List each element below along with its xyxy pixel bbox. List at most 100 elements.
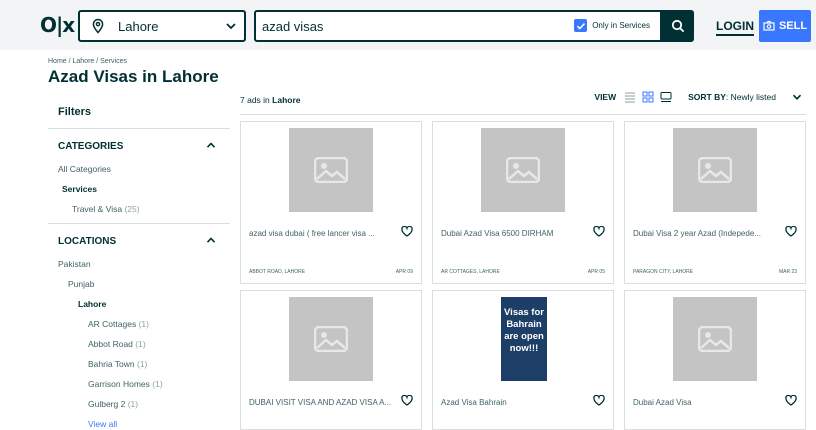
categories-title: CATEGORIES	[58, 141, 124, 152]
listing-image-placeholder	[289, 128, 373, 212]
sort-value: : Newly listed	[725, 92, 776, 102]
view-sort-toolbar: VIEW SORT BY: Newly listed	[594, 91, 802, 103]
listing-date: Apr 09	[395, 269, 413, 275]
listing-title[interactable]: azad visa dubai ( free lancer visa ...	[249, 229, 399, 238]
chevron-down-icon	[226, 23, 236, 30]
listing-location: Paragon City, Lahore	[633, 269, 694, 275]
search-button[interactable]	[662, 10, 694, 42]
area-label: Gulberg 2	[88, 399, 126, 409]
chevron-up-icon	[206, 237, 216, 243]
area-count: (1)	[135, 339, 146, 349]
only-in-services-toggle[interactable]: Only in Services	[574, 19, 650, 32]
sort-label: SORT BY	[688, 92, 726, 102]
heart-icon[interactable]	[785, 395, 797, 406]
location-area-item[interactable]: Abbot Road (1)	[58, 334, 230, 354]
view-label: VIEW	[594, 92, 617, 102]
category-travel-visa-label: Travel & Visa	[72, 204, 123, 214]
filters-sidebar: Filters CATEGORIES All Categories Servic…	[48, 96, 230, 430]
area-label: AR Cottages	[88, 319, 137, 329]
heart-icon[interactable]	[401, 395, 413, 406]
heart-icon[interactable]	[401, 226, 413, 237]
area-count: (1)	[137, 359, 148, 369]
chevron-up-icon	[206, 142, 216, 148]
listing-title[interactable]: Dubai Visa 2 year Azad (Indepede...	[633, 229, 783, 238]
categories-section-header[interactable]: CATEGORIES	[48, 129, 230, 159]
location-area-item[interactable]: Bahria Town (1)	[58, 354, 230, 374]
grid-view-icon[interactable]	[642, 91, 654, 103]
location-selector[interactable]: Lahore	[78, 10, 246, 42]
camera-icon	[763, 20, 775, 31]
listing-card[interactable]: Dubai Visa 2 year Azad (Indepede... Para…	[624, 121, 806, 284]
category-all[interactable]: All Categories	[58, 159, 230, 179]
listing-image-placeholder	[673, 297, 757, 381]
chevron-down-icon	[792, 94, 802, 100]
listing-card[interactable]: DUBAI VISIT VISA AND AZAD VISA A...	[240, 290, 422, 430]
location-value: Lahore	[118, 18, 159, 34]
sell-button[interactable]: SELL	[759, 10, 811, 42]
location-lahore[interactable]: Lahore	[58, 294, 230, 314]
sell-label: SELL	[778, 20, 808, 32]
breadcrumb[interactable]: Home / Lahore / Services	[48, 58, 127, 65]
login-link[interactable]: LOGIN	[716, 19, 754, 33]
location-pakistan[interactable]: Pakistan	[58, 254, 230, 274]
locations-title: LOCATIONS	[58, 236, 117, 247]
listing-title[interactable]: Azad Visa Bahrain	[441, 398, 591, 407]
listing-location: Abbot Road, Lahore	[249, 269, 306, 275]
heart-icon[interactable]	[593, 226, 605, 237]
listing-location: AR Cottages, Lahore	[441, 269, 500, 275]
listing-card[interactable]: azad visa dubai ( free lancer visa ... A…	[240, 121, 422, 284]
image-placeholder-icon	[698, 157, 732, 183]
checkbox-checked[interactable]	[574, 19, 588, 32]
listing-photo: Visas for Bahrain are open now!!!	[501, 297, 547, 381]
category-services[interactable]: Services	[58, 179, 230, 199]
location-area-item[interactable]: Garrison Homes (1)	[58, 374, 230, 394]
listing-image-placeholder	[289, 297, 373, 381]
category-travel-visa[interactable]: Travel & Visa (25)	[58, 199, 230, 219]
check-icon	[576, 22, 585, 30]
view-all-locations-link[interactable]: View all	[58, 414, 230, 430]
area-label: Garrison Homes	[88, 379, 150, 389]
results-count-text: 7 ads in	[240, 95, 270, 105]
listing-card[interactable]: Dubai Azad Visa	[624, 290, 806, 430]
search-query: azad visas	[262, 18, 324, 34]
heart-icon[interactable]	[785, 226, 797, 237]
listing-title[interactable]: DUBAI VISIT VISA AND AZAD VISA A...	[249, 398, 399, 407]
listing-card[interactable]: Visas for Bahrain are open now!!! Azad V…	[432, 290, 614, 430]
olx-logo[interactable]: O|x	[40, 13, 75, 37]
filters-heading: Filters	[48, 96, 230, 129]
listing-date: Mar 23	[778, 269, 797, 275]
search-input[interactable]: azad visas Only in Services	[254, 10, 662, 42]
listing-title[interactable]: Dubai Azad Visa 6500 DIRHAM	[441, 229, 591, 238]
area-label: Abbot Road	[88, 339, 133, 349]
location-area-item[interactable]: AR Cottages (1)	[58, 314, 230, 334]
area-count: (1)	[127, 399, 139, 409]
category-travel-visa-count: (25)	[124, 204, 140, 214]
listing-date: Apr 05	[587, 269, 605, 275]
listing-card[interactable]: Dubai Azad Visa 6500 DIRHAM AR Cottages,…	[432, 121, 614, 284]
location-punjab[interactable]: Punjab	[58, 274, 230, 294]
results-count: 7 ads in Lahore	[240, 95, 301, 105]
list-view-icon[interactable]	[624, 91, 636, 103]
image-placeholder-icon	[506, 157, 540, 183]
area-label: Bahria Town	[88, 359, 135, 369]
only-in-services-label: Only in Services	[592, 21, 650, 30]
listing-image-placeholder	[481, 128, 565, 212]
listing-image-placeholder	[673, 128, 757, 212]
page-title: Azad Visas in Lahore	[48, 67, 219, 86]
heart-icon[interactable]	[593, 395, 605, 406]
image-placeholder-icon	[698, 326, 732, 352]
divider	[240, 114, 806, 115]
location-area-item[interactable]: Gulberg 2 (1)	[58, 394, 230, 414]
area-count: (1)	[152, 379, 163, 389]
image-placeholder-icon	[314, 326, 348, 352]
listing-title[interactable]: Dubai Azad Visa	[633, 398, 783, 407]
image-placeholder-icon	[314, 157, 348, 183]
gallery-view-icon[interactable]	[660, 91, 672, 103]
search-icon	[671, 19, 685, 33]
area-count: (1)	[138, 319, 149, 329]
locations-section-header[interactable]: LOCATIONS	[48, 224, 230, 254]
top-header: O|x Lahore azad visas Only in Services L…	[0, 0, 816, 50]
results-location: Lahore	[272, 95, 301, 105]
location-pin-icon	[92, 18, 104, 34]
sort-dropdown[interactable]: SORT BY: Newly listed	[688, 92, 776, 102]
